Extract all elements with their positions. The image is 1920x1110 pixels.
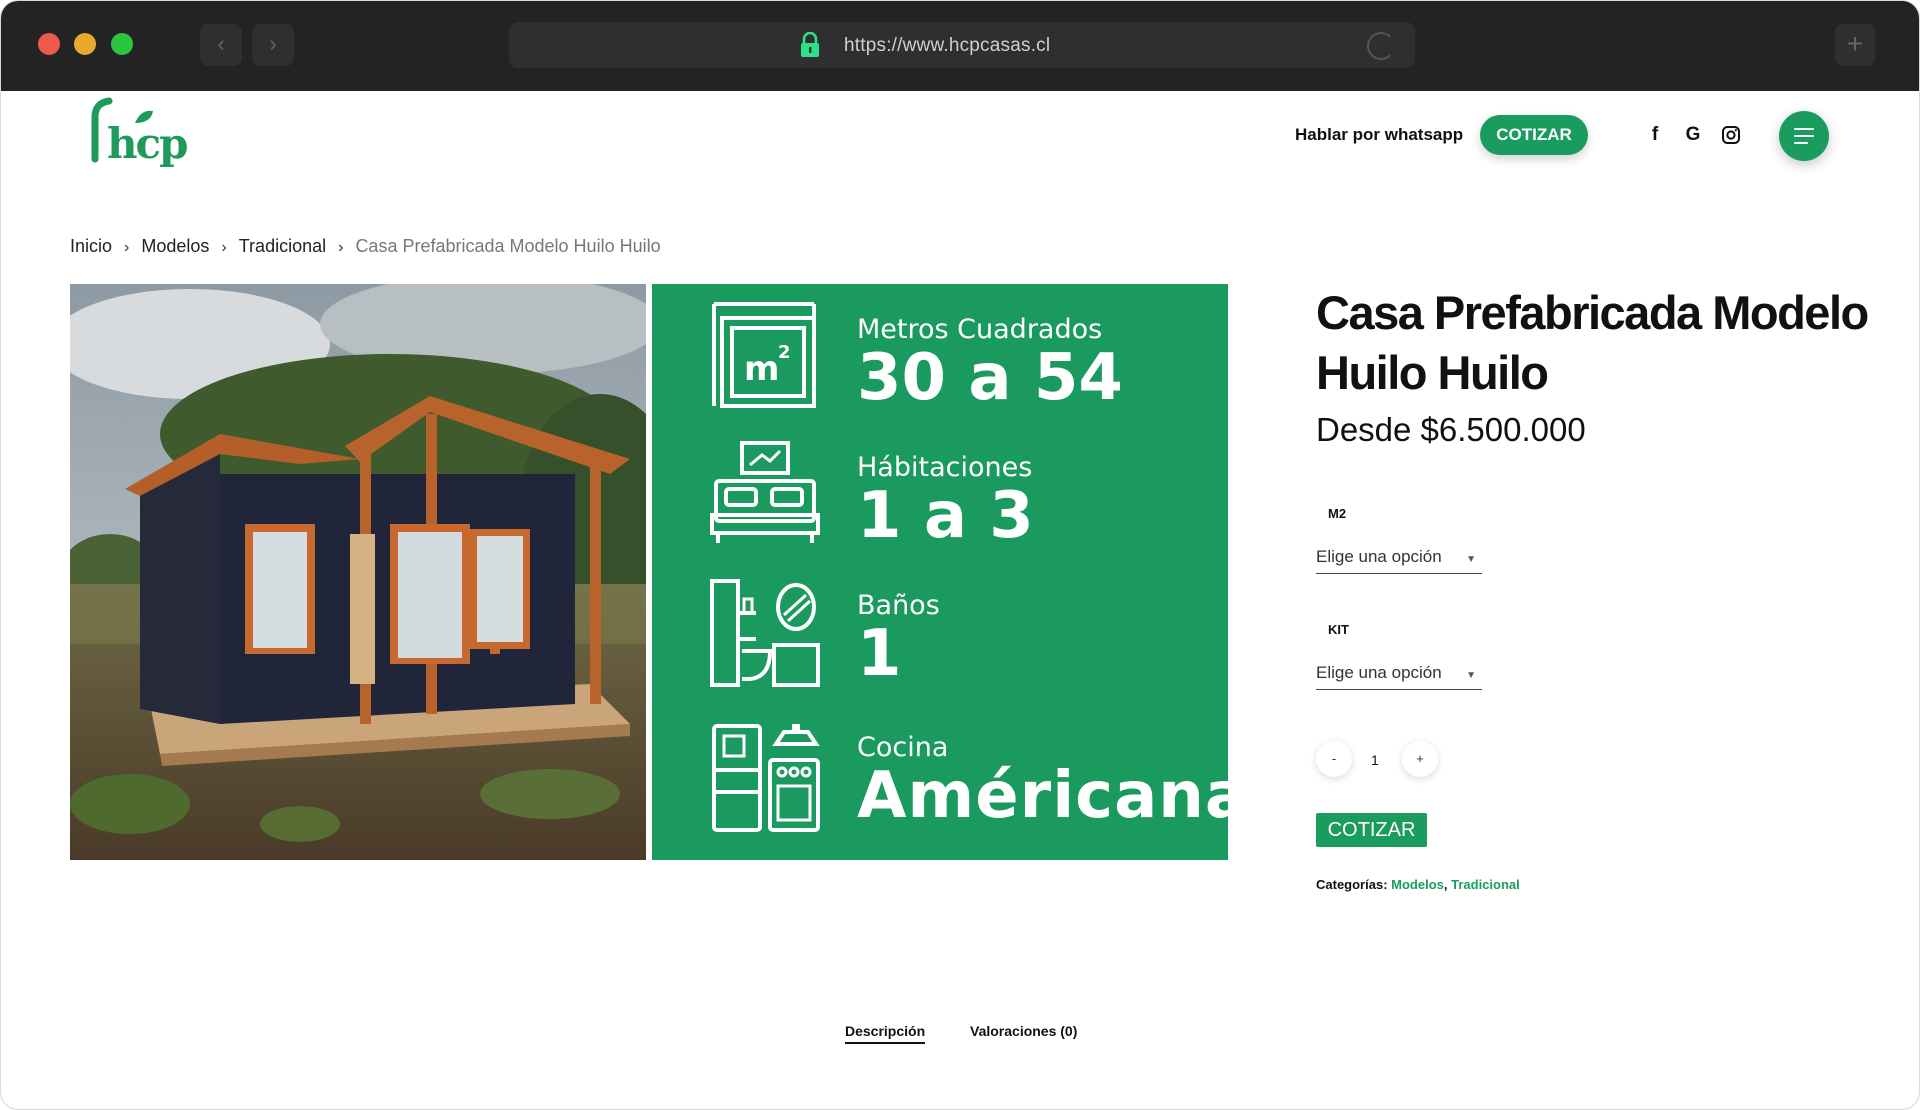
chevron-left-icon: ‹ [217,31,225,56]
kit-select-value: Elige una opción [1316,663,1442,682]
svg-text:2: 2 [778,342,791,363]
category-link-modelos[interactable]: Modelos [1391,877,1444,892]
m2-select-value: Elige una opción [1316,547,1442,566]
caret-down-icon: ▼ [1466,554,1476,565]
breadcrumb-current: Casa Prefabricada Modelo Huilo Huilo [355,236,661,256]
quantity-minus-button[interactable]: - [1316,741,1352,777]
quantity-input[interactable]: 1 [1371,752,1379,768]
lock-icon [801,32,819,57]
square-meters-icon: m 2 [712,302,816,408]
breadcrumb-modelos[interactable]: Modelos [141,236,209,256]
close-window-button[interactable] [38,33,60,55]
product-price: Desde $6.500.000 [1316,411,1586,448]
site-logo[interactable]: hcp [85,97,188,177]
forward-button[interactable]: › [252,24,294,66]
breadcrumb-inicio[interactable]: Inicio [70,236,112,256]
maximize-window-button[interactable] [111,33,133,55]
instagram-icon[interactable] [1721,125,1741,145]
chevron-right-icon: › [269,31,277,56]
breadcrumb: Inicio › Modelos › Tradicional › Casa Prefabri… [70,236,661,257]
quantity-plus-button[interactable]: + [1402,741,1438,777]
bathroom-icon [710,579,820,687]
logo-text: hcp [107,119,188,168]
feature-value-banos: 1 [857,617,902,691]
url-text: https://www.hcpcasas.cl [844,35,1051,56]
features-infocard[interactable]: m 2 Metros Cuadrados 30 a 54 Hábitacione… [652,284,1248,860]
tab-descripcion[interactable]: Descripción [845,1023,926,1044]
browser-window: ‹ › https://www.hcpcasas.cl + hcp Hablar… [0,0,1920,1110]
bed-icon [710,441,820,543]
address-bar[interactable]: https://www.hcpcasas.cl [509,22,1415,68]
chevron-right-icon: › [124,239,130,256]
browser-toolbar: ‹ › https://www.hcpcasas.cl + [1,1,1919,91]
chevron-right-icon: › [338,239,344,256]
minimize-window-button[interactable] [74,33,96,55]
svg-text:m: m [744,349,779,389]
tab-valoraciones[interactable]: Valoraciones (0) [970,1023,1077,1039]
categories-separator: , [1443,877,1448,892]
kit-select[interactable]: Elige una opción ▼ [1316,663,1482,690]
breadcrumb-tradicional[interactable]: Tradicional [239,236,326,256]
categories-label: Categorías: [1316,877,1388,892]
header-cotizar-button[interactable]: COTIZAR [1480,115,1588,155]
product-title: Casa Prefabricada Modelo Huilo Huilo [1316,286,1869,399]
whatsapp-link[interactable]: Hablar por whatsapp [1295,125,1463,145]
facebook-icon[interactable]: f [1645,125,1665,145]
add-to-quote-button[interactable]: COTIZAR [1316,813,1427,847]
m2-select[interactable]: Elige una opción ▼ [1316,547,1482,574]
feature-value-m2: 30 a 54 [857,341,1123,415]
kitchen-icon [712,724,820,832]
back-button[interactable]: ‹ [200,24,242,66]
menu-button[interactable] [1779,111,1829,161]
attribute-label-m2: M2 [1328,506,1347,521]
hamburger-line [1794,135,1814,137]
hamburger-line [1794,128,1814,130]
feature-value-habitaciones: 1 a 3 [857,479,1034,553]
hamburger-line [1794,142,1808,144]
attribute-label-kit: KIT [1328,622,1349,637]
new-tab-button[interactable]: + [1835,24,1875,66]
category-link-tradicional[interactable]: Tradicional [1451,877,1520,892]
product-categories: Categorías: Modelos, Tradicional [1316,877,1520,892]
chevron-right-icon: › [221,239,227,256]
caret-down-icon: ▼ [1466,670,1476,681]
feature-value-cocina: Américana [857,759,1249,833]
reload-icon[interactable] [1367,32,1395,60]
google-icon[interactable]: G [1683,125,1703,145]
product-photo[interactable] [70,284,646,860]
plus-icon: + [1846,28,1864,59]
